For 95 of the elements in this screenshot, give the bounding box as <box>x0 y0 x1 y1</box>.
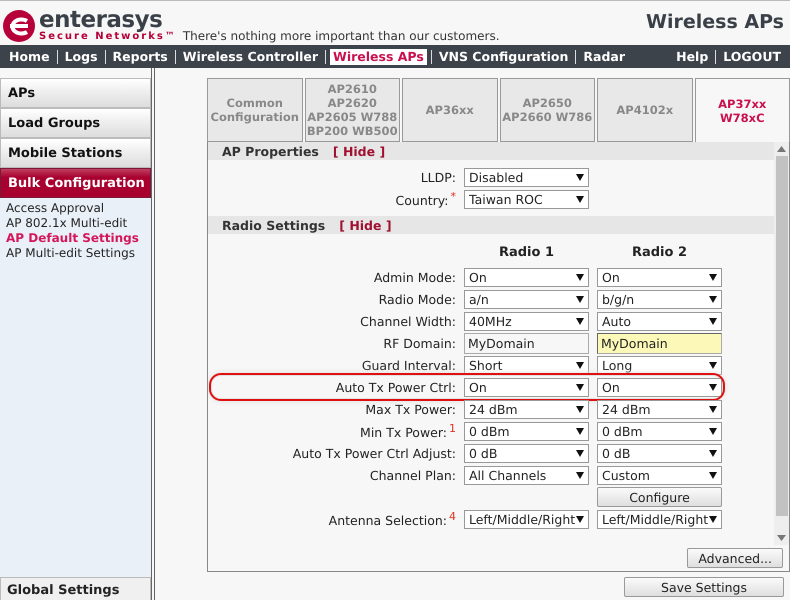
field-label: Antenna Selection: $^{4}$ <box>328 510 456 528</box>
field-label: Max Tx Power: <box>364 402 456 416</box>
field-label: Country: $^{*}$ <box>394 190 456 208</box>
save-settings-button[interactable]: Save Settings <box>624 577 784 597</box>
sidebar-item[interactable]: APs <box>0 78 151 108</box>
field-label: Auto Tx Power Ctrl: <box>334 380 456 394</box>
scroll-up-icon[interactable] <box>777 146 786 152</box>
field-label: Channel Plan: <box>368 468 456 482</box>
dropdown[interactable]: Disabled <box>464 168 589 186</box>
caret-icon <box>709 471 717 479</box>
caret-icon <box>709 449 717 457</box>
column-header: Radio 2 <box>630 244 688 262</box>
hide-link[interactable]: [ Hide ] <box>339 218 392 232</box>
caret-icon <box>576 173 584 181</box>
dropdown[interactable]: a/n <box>464 290 589 308</box>
field-label: Channel Width: <box>359 314 456 328</box>
caret-icon <box>709 273 717 281</box>
nav-link[interactable]: Home <box>6 48 53 64</box>
caret-icon <box>709 295 717 303</box>
caret-icon <box>576 383 584 391</box>
field-label: Auto Tx Power Ctrl Adjust: <box>292 446 456 460</box>
dropdown[interactable]: On <box>464 268 589 286</box>
field-label: RF Domain: <box>382 336 456 350</box>
caret-icon <box>576 317 584 325</box>
submenu-link[interactable]: AP 802.1x Multi-edit <box>6 216 145 231</box>
caret-icon <box>709 361 717 369</box>
brand-subtitle: Secure Networks™ <box>39 31 177 43</box>
logo-icon <box>2 9 36 43</box>
advanced-button[interactable]: Advanced... <box>687 548 783 568</box>
caret-icon <box>576 273 584 281</box>
caret-icon <box>576 515 584 523</box>
sidebar-item[interactable]: Bulk Configuration <box>0 168 151 198</box>
scroll-down-icon[interactable] <box>777 535 786 541</box>
dropdown[interactable]: 0 dBm <box>597 422 722 440</box>
dropdown[interactable]: Short <box>464 356 589 374</box>
dropdown[interactable]: 0 dBm <box>464 422 589 440</box>
text-input-field[interactable]: MyDomain <box>464 332 589 354</box>
section-title: AP Properties <box>222 144 319 158</box>
caret-icon <box>576 195 584 203</box>
dropdown[interactable]: Auto <box>597 312 722 330</box>
caret-icon <box>576 449 584 457</box>
dropdown[interactable]: 24 dBm <box>597 400 722 418</box>
text-input-field[interactable]: MyDomain <box>597 332 722 354</box>
field-label: Min Tx Power: $^{1}$ <box>359 422 456 440</box>
dropdown[interactable]: On <box>597 268 722 286</box>
field-label: Admin Mode: <box>372 270 456 284</box>
column-header: Radio 1 <box>498 244 556 262</box>
caret-icon <box>709 383 717 391</box>
nav-link[interactable]: Help <box>673 48 712 64</box>
caret-icon <box>709 405 717 413</box>
dropdown[interactable]: Left/Middle/Right <box>464 510 589 528</box>
scrollbar[interactable] <box>774 142 789 545</box>
caret-icon <box>576 427 584 435</box>
tab[interactable]: AP37xx W78xC <box>694 78 790 142</box>
section-title: Radio Settings <box>222 218 326 232</box>
field-label: Radio Mode: <box>378 292 456 306</box>
sidebar-item[interactable]: Load Groups <box>0 108 151 138</box>
dropdown[interactable]: Left/Middle/Right <box>597 510 722 528</box>
caret-icon <box>709 317 717 325</box>
nav-link[interactable]: Reports <box>110 48 171 64</box>
caret-icon <box>576 295 584 303</box>
dropdown[interactable]: 0 dB <box>597 444 722 462</box>
caret-icon <box>576 405 584 413</box>
field-label: Guard Interval: <box>360 358 456 372</box>
nav-link[interactable]: LOGOUT <box>720 48 784 64</box>
dropdown[interactable]: Long <box>597 356 722 374</box>
nav-link[interactable]: Radar <box>580 48 628 64</box>
field-label: LLDP: <box>420 170 456 184</box>
dropdown[interactable]: All Channels <box>464 466 589 484</box>
dropdown[interactable]: b/g/n <box>597 290 722 308</box>
submenu-link[interactable]: AP Default Settings <box>6 231 145 246</box>
caret-icon <box>709 427 717 435</box>
nav-link[interactable]: Wireless APs <box>330 48 427 64</box>
brand-name: enterasys <box>39 9 162 31</box>
hide-link[interactable]: [ Hide ] <box>332 144 386 158</box>
nav-link[interactable]: Logs <box>62 48 101 64</box>
submenu-link[interactable]: AP Multi-edit Settings <box>6 246 145 261</box>
dropdown[interactable]: 24 dBm <box>464 400 589 418</box>
dropdown[interactable]: On <box>464 378 589 396</box>
page-title: Wireless APs <box>646 11 784 33</box>
configure-button[interactable]: Configure <box>597 487 722 507</box>
dropdown[interactable]: Custom <box>597 466 722 484</box>
dropdown[interactable]: 40MHz <box>464 312 589 330</box>
sidebar-item[interactable]: Mobile Stations <box>0 138 151 168</box>
dropdown[interactable]: Taiwan ROC <box>464 190 589 208</box>
dropdown[interactable]: On <box>597 378 722 396</box>
caret-icon <box>709 515 717 523</box>
tagline: There's nothing more important than our customers. <box>182 29 500 43</box>
nav-link[interactable]: VNS Configuration <box>436 48 572 64</box>
caret-icon <box>576 471 584 479</box>
submenu-link[interactable]: Access Approval <box>6 201 145 216</box>
caret-icon <box>576 361 584 369</box>
sidebar-item[interactable]: Global Settings <box>0 577 151 600</box>
dropdown[interactable]: 0 dB <box>464 444 589 462</box>
nav-link[interactable]: Wireless Controller <box>180 48 322 64</box>
